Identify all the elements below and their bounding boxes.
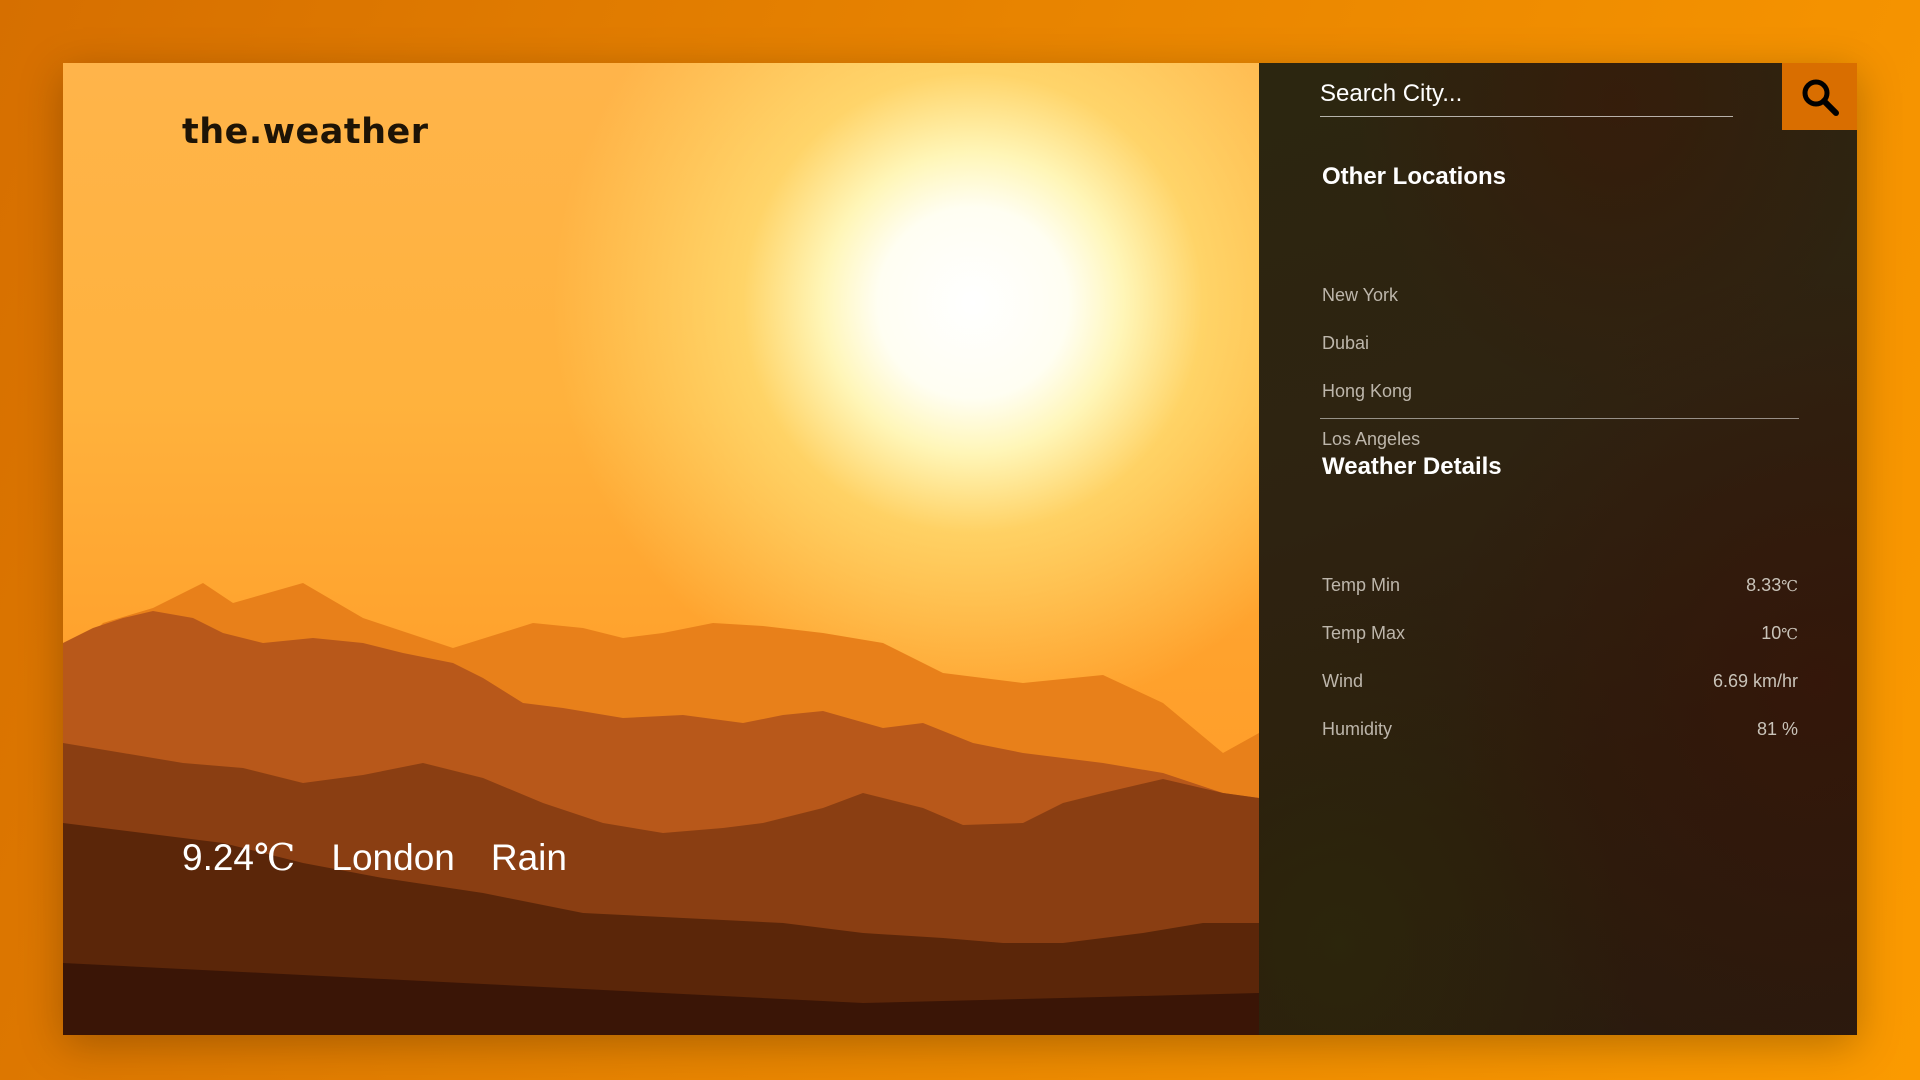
detail-label: Temp Min — [1322, 575, 1401, 595]
detail-row-temp-min: Temp Min 8.33℃ — [1322, 575, 1798, 623]
hero-panel: the.weather 9.24℃ London Rain — [63, 63, 1259, 1035]
weather-details-title: Weather Details — [1322, 453, 1502, 480]
detail-value: 8.33℃ — [1746, 575, 1798, 595]
detail-value: 10℃ — [1761, 623, 1798, 643]
location-item-dubai[interactable]: Dubai — [1322, 333, 1420, 381]
mountain-landscape — [63, 583, 1259, 1035]
search-input[interactable] — [1320, 77, 1733, 117]
location-item-new-york[interactable]: New York — [1322, 285, 1420, 333]
detail-row-humidity: Humidity 81 % — [1322, 719, 1798, 767]
current-weather: 9.24℃ London Rain — [182, 836, 567, 879]
search-bar — [1259, 63, 1857, 130]
weather-details-list: Temp Min 8.33℃ Temp Max 10℃ Wind 6.69 km… — [1322, 575, 1798, 767]
location-item-hong-kong[interactable]: Hong Kong — [1322, 381, 1420, 429]
current-condition: Rain — [490, 837, 567, 878]
temperature-unit: ℃ — [254, 836, 296, 879]
detail-label: Temp Max — [1322, 623, 1406, 643]
detail-label: Humidity — [1322, 719, 1393, 739]
detail-row-wind: Wind 6.69 km/hr — [1322, 671, 1798, 719]
section-divider — [1320, 418, 1799, 419]
detail-value: 81 % — [1756, 719, 1798, 739]
search-icon — [1802, 79, 1839, 116]
weather-app: the.weather 9.24℃ London Rain Other Loca… — [63, 63, 1857, 1035]
detail-value: 6.69 km/hr — [1712, 671, 1798, 691]
other-locations-list: New York Dubai Hong Kong Los Angeles — [1322, 285, 1420, 477]
detail-label: Wind — [1322, 671, 1364, 691]
side-panel: Other Locations New York Dubai Hong Kong… — [1259, 63, 1857, 1035]
search-button[interactable] — [1782, 63, 1857, 130]
current-city: London — [331, 837, 455, 878]
brand-logo: the.weather — [182, 112, 429, 152]
other-locations-title: Other Locations — [1322, 163, 1507, 190]
detail-row-temp-max: Temp Max 10℃ — [1322, 623, 1798, 671]
current-temperature: 9.24℃ — [182, 836, 296, 879]
